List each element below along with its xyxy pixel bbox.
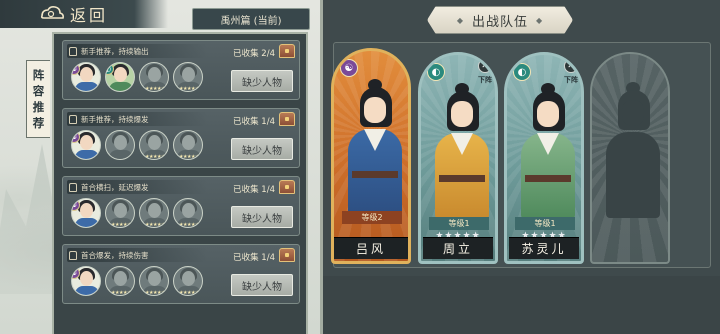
- hero-portrait-locked[interactable]: ★★★★★: [173, 62, 203, 92]
- side-tab-char: 阵: [32, 68, 45, 82]
- yin-yang-icon: ☯: [340, 59, 358, 77]
- remove-from-team-button[interactable]: ✕ 下阵: [563, 59, 579, 89]
- lock-icon: [69, 182, 77, 192]
- team-slot-2[interactable]: ◐ ✕ 下阵 等级1 ★★★★★ 周立: [418, 52, 498, 264]
- side-tab-char: 容: [32, 84, 45, 98]
- missing-heroes-button[interactable]: 缺少人物: [231, 138, 293, 160]
- recommend-title: 首合横扫，延迟爆发: [69, 181, 149, 193]
- hero-portrait[interactable]: ☯: [71, 266, 101, 296]
- back-cloud-icon[interactable]: [38, 4, 66, 24]
- hero-name: 苏灵儿: [509, 237, 579, 259]
- hero-portrait-locked[interactable]: ★★★★★: [139, 130, 169, 160]
- recommend-card: 首合爆发，持续伤害 已收集 1/4 ☯ ★★★★★ ★★★★★ ★★★★★ 缺少…: [62, 244, 300, 304]
- wind-icon: ◐: [513, 63, 531, 81]
- hero-portrait[interactable]: ◐: [105, 62, 135, 92]
- star-row: ★★★★★: [179, 154, 199, 160]
- tab-lineup-recommend[interactable]: 阵 容 推 荐: [26, 60, 50, 138]
- region-selector[interactable]: 禹州篇 (当前): [192, 8, 310, 30]
- team-slot-empty[interactable]: [590, 52, 670, 264]
- star-row: ★★★★★: [145, 86, 165, 92]
- lock-icon: [69, 114, 77, 124]
- missing-heroes-button[interactable]: 缺少人物: [231, 70, 293, 92]
- panel-bottom: [323, 276, 720, 334]
- collected-count: 已收集 1/4: [233, 185, 275, 195]
- back-bar[interactable]: 返回: [0, 0, 168, 28]
- portrait-row: ☯ ★★★★★ ★★★★★ ★★★★★: [71, 266, 203, 296]
- hero-portrait-locked[interactable]: ★★★★★: [139, 198, 169, 228]
- star-row: ★★★★★: [179, 222, 199, 228]
- chest-icon[interactable]: [279, 180, 295, 194]
- recommend-title-text: 首合横扫，延迟爆发: [81, 182, 149, 192]
- portrait-row: ☯ ◐ ★★★★★ ★★★★★: [71, 62, 203, 92]
- hero-portrait[interactable]: ☯: [71, 198, 101, 228]
- hero-name: 吕风: [334, 237, 408, 259]
- remove-label[interactable]: 下阵: [478, 75, 492, 85]
- remove-from-team-button[interactable]: ✕ 下阵: [477, 59, 493, 89]
- recommend-title-text: 首合爆发，持续伤害: [81, 250, 149, 260]
- recommend-title: 首合爆发，持续伤害: [69, 249, 149, 261]
- team-slot-1[interactable]: ☯ 等级2 吕风: [331, 48, 411, 264]
- back-label[interactable]: 返回: [70, 2, 108, 26]
- hero-portrait-locked[interactable]: [105, 130, 135, 160]
- recommend-panel: 新手推荐，持续输出 已收集 2/4 ☯ ◐ ★★★★★ ★★★★★ 缺少人物 新…: [52, 32, 308, 334]
- recommend-card: 新手推荐，持续输出 已收集 2/4 ☯ ◐ ★★★★★ ★★★★★ 缺少人物: [62, 40, 300, 100]
- hero-portrait-locked[interactable]: ★★★★★: [173, 198, 203, 228]
- hero-portrait[interactable]: ☯: [71, 62, 101, 92]
- hero-portrait[interactable]: ☯: [71, 130, 101, 160]
- hero-portrait-locked[interactable]: ★★★★★: [139, 62, 169, 92]
- lock-icon: [69, 46, 77, 56]
- side-tab-char: 荐: [32, 116, 45, 130]
- collected-count: 已收集 1/4: [233, 253, 275, 263]
- level-tag: 等级2: [342, 211, 402, 224]
- missing-heroes-button[interactable]: 缺少人物: [231, 206, 293, 228]
- level-tag: 等级1: [429, 217, 489, 230]
- hero-portrait-locked[interactable]: ★★★★★: [105, 266, 135, 296]
- level-tag: 等级1: [515, 217, 575, 230]
- star-row: ★★★★★: [111, 222, 131, 228]
- portrait-row: ☯ ★★★★★ ★★★★★ ★★★★★: [71, 198, 203, 228]
- hero-portrait-locked[interactable]: ★★★★★: [173, 266, 203, 296]
- hero-name: 周立: [423, 237, 493, 259]
- team-slot-3[interactable]: ◐ ✕ 下阵 等级1 ★★★★★ 苏灵儿: [504, 52, 584, 264]
- close-icon[interactable]: ✕: [478, 59, 492, 73]
- recommend-card: 新手推荐，持续爆发 已收集 1/4 ☯ ★★★★★ ★★★★★ 缺少人物: [62, 108, 300, 168]
- wind-icon: ◐: [427, 63, 445, 81]
- chest-icon[interactable]: [279, 248, 295, 262]
- recommend-title-text: 新手推荐，持续输出: [81, 46, 149, 56]
- star-row: ★★★★★: [145, 154, 165, 160]
- hero-illustration: [334, 51, 408, 261]
- empty-slot-silhouette: [592, 54, 668, 262]
- star-row: ★★★★★: [145, 222, 165, 228]
- hero-portrait-locked[interactable]: ★★★★★: [139, 266, 169, 296]
- hero-portrait-locked[interactable]: ★★★★★: [105, 198, 135, 228]
- collected-count: 已收集 2/4: [233, 49, 275, 59]
- team-title: 出战队伍: [427, 6, 573, 34]
- star-row: ★★★★★: [111, 290, 131, 296]
- lock-icon: [69, 250, 77, 260]
- remove-label[interactable]: 下阵: [564, 75, 578, 85]
- star-row: ★★★★★: [145, 290, 165, 296]
- collected-count: 已收集 1/4: [233, 117, 275, 127]
- star-row: ★★★★★: [179, 290, 199, 296]
- recommend-title-text: 新手推荐，持续爆发: [81, 114, 149, 124]
- recommend-title: 新手推荐，持续输出: [69, 45, 149, 57]
- recommend-title: 新手推荐，持续爆发: [69, 113, 149, 125]
- star-row: ★★★★★: [179, 86, 199, 92]
- close-icon[interactable]: ✕: [564, 59, 578, 73]
- missing-heroes-button[interactable]: 缺少人物: [231, 274, 293, 296]
- chest-icon[interactable]: [279, 44, 295, 58]
- side-tab-char: 推: [32, 100, 45, 114]
- recommend-card: 首合横扫，延迟爆发 已收集 1/4 ☯ ★★★★★ ★★★★★ ★★★★★ 缺少…: [62, 176, 300, 236]
- chest-icon[interactable]: [279, 112, 295, 126]
- portrait-row: ☯ ★★★★★ ★★★★★: [71, 130, 203, 160]
- hero-portrait-locked[interactable]: ★★★★★: [173, 130, 203, 160]
